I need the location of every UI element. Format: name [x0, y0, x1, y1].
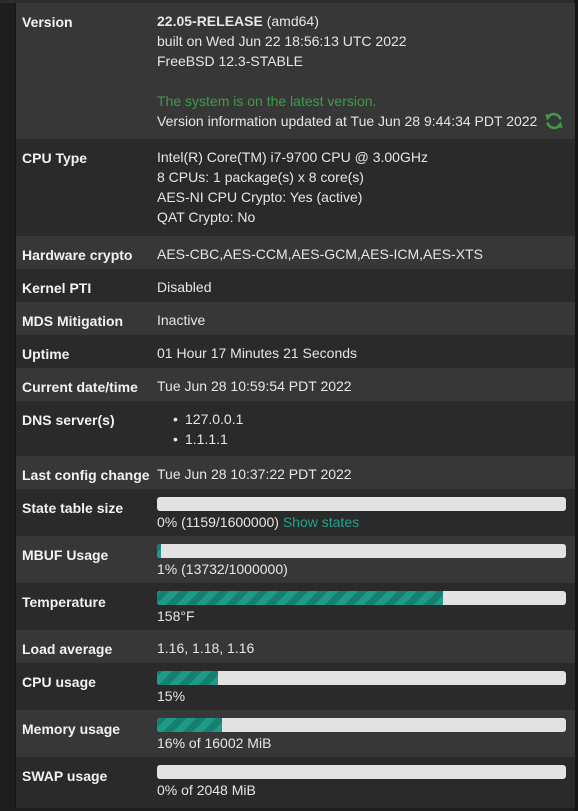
dns-servers-row: DNS server(s) 127.0.0.1 1.1.1.1	[16, 401, 575, 456]
memory-usage-text: 16% of 16002 MiB	[157, 735, 272, 751]
load-average-row: Load average 1.16, 1.18, 1.16	[16, 630, 575, 663]
temperature-row: Temperature 158°F	[16, 583, 575, 630]
mbuf-progress	[157, 544, 566, 558]
last-config-change-label: Last config change	[22, 467, 150, 483]
cpu-type-value: Intel(R) Core(TM) i7-9700 CPU @ 3.00GHz …	[157, 149, 571, 227]
temperature-progress	[157, 591, 566, 605]
refresh-icon[interactable]	[544, 111, 564, 131]
uptime-label: Uptime	[22, 346, 70, 362]
progress-fill	[157, 718, 223, 732]
mbuf-usage-label: MBUF Usage	[22, 547, 109, 563]
show-states-link[interactable]: Show states	[283, 514, 359, 530]
progress-fill	[157, 544, 162, 558]
version-label: Version	[22, 14, 73, 30]
current-datetime-row: Current date/time Tue Jun 28 10:59:54 PD…	[16, 368, 575, 401]
uptime-value: 01 Hour 17 Minutes 21 Seconds	[157, 345, 358, 361]
version-row: Version 22.05-RELEASE (amd64) built on W…	[16, 3, 575, 139]
state-table-label: State table size	[22, 500, 124, 516]
update-status: The system is on the latest version.	[157, 93, 377, 109]
kernel-pti-row: Kernel PTI Disabled	[16, 269, 575, 302]
memory-usage-progress	[157, 718, 566, 732]
load-average-label: Load average	[22, 641, 113, 657]
list-item: 1.1.1.1	[157, 429, 571, 449]
state-table-progress	[157, 497, 566, 511]
progress-fill	[157, 591, 444, 605]
uptime-row: Uptime 01 Hour 17 Minutes 21 Seconds	[16, 335, 575, 368]
aes-ni: AES-NI CPU Crypto: Yes (active)	[157, 189, 363, 205]
progress-fill	[157, 671, 219, 685]
state-table-text: 0% (1159/1600000)	[157, 514, 279, 530]
swap-usage-text: 0% of 2048 MiB	[157, 782, 256, 798]
temperature-text: 158°F	[157, 608, 195, 624]
mbuf-usage-text: 1% (13732/1000000)	[157, 561, 288, 577]
mbuf-usage-row: MBUF Usage 1% (13732/1000000)	[16, 536, 575, 583]
current-datetime-value: Tue Jun 28 10:59:54 PDT 2022	[157, 378, 352, 394]
list-item: 127.0.0.1	[157, 409, 571, 429]
cpu-usage-text: 15%	[157, 688, 186, 704]
cpu-model: Intel(R) Core(TM) i7-9700 CPU @ 3.00GHz	[157, 149, 428, 165]
mds-mitigation-label: MDS Mitigation	[22, 313, 124, 329]
load-average-value: 1.16, 1.18, 1.16	[157, 640, 255, 656]
dns-server-list: 127.0.0.1 1.1.1.1	[157, 409, 571, 449]
current-datetime-label: Current date/time	[22, 379, 138, 395]
cpu-usage-row: CPU usage 15%	[16, 663, 575, 710]
temperature-label: Temperature	[22, 594, 106, 610]
hardware-crypto-row: Hardware crypto AES-CBC,AES-CCM,AES-GCM,…	[16, 236, 575, 269]
build-date: built on Wed Jun 22 18:56:13 UTC 2022	[157, 33, 407, 49]
cpu-type-label: CPU Type	[22, 150, 88, 166]
swap-usage-label: SWAP usage	[22, 768, 108, 784]
system-information-panel: Version 22.05-RELEASE (amd64) built on W…	[15, 3, 575, 808]
os-version: FreeBSD 12.3-STABLE	[157, 53, 304, 69]
release-name: 22.05-RELEASE	[157, 13, 263, 29]
mds-mitigation-row: MDS Mitigation Inactive	[16, 302, 575, 335]
last-config-change-row: Last config change Tue Jun 28 10:37:22 P…	[16, 456, 575, 489]
version-value: 22.05-RELEASE (amd64) built on Wed Jun 2…	[157, 13, 571, 131]
last-config-change-value: Tue Jun 28 10:37:22 PDT 2022	[157, 466, 352, 482]
version-updated-time: Version information updated at Tue Jun 2…	[157, 113, 538, 129]
qat-crypto: QAT Crypto: No	[157, 209, 256, 225]
arch: (amd64)	[266, 13, 319, 29]
swap-usage-row: SWAP usage 0% of 2048 MiB	[16, 757, 575, 808]
memory-usage-row: Memory usage 16% of 16002 MiB	[16, 710, 575, 757]
kernel-pti-value: Disabled	[157, 279, 212, 295]
swap-usage-progress	[157, 765, 566, 779]
memory-usage-label: Memory usage	[22, 721, 121, 737]
cpu-count: 8 CPUs: 1 package(s) x 8 core(s)	[157, 169, 364, 185]
kernel-pti-label: Kernel PTI	[22, 280, 92, 296]
cpu-type-row: CPU Type Intel(R) Core(TM) i7-9700 CPU @…	[16, 139, 575, 236]
dns-servers-label: DNS server(s)	[22, 412, 115, 428]
state-table-row: State table size 0% (1159/1600000) Show …	[16, 489, 575, 536]
cpu-usage-progress	[157, 671, 566, 685]
mds-mitigation-value: Inactive	[157, 312, 206, 328]
hardware-crypto-value: AES-CBC,AES-CCM,AES-GCM,AES-ICM,AES-XTS	[157, 246, 483, 262]
hardware-crypto-label: Hardware crypto	[22, 247, 133, 263]
cpu-usage-label: CPU usage	[22, 674, 96, 690]
